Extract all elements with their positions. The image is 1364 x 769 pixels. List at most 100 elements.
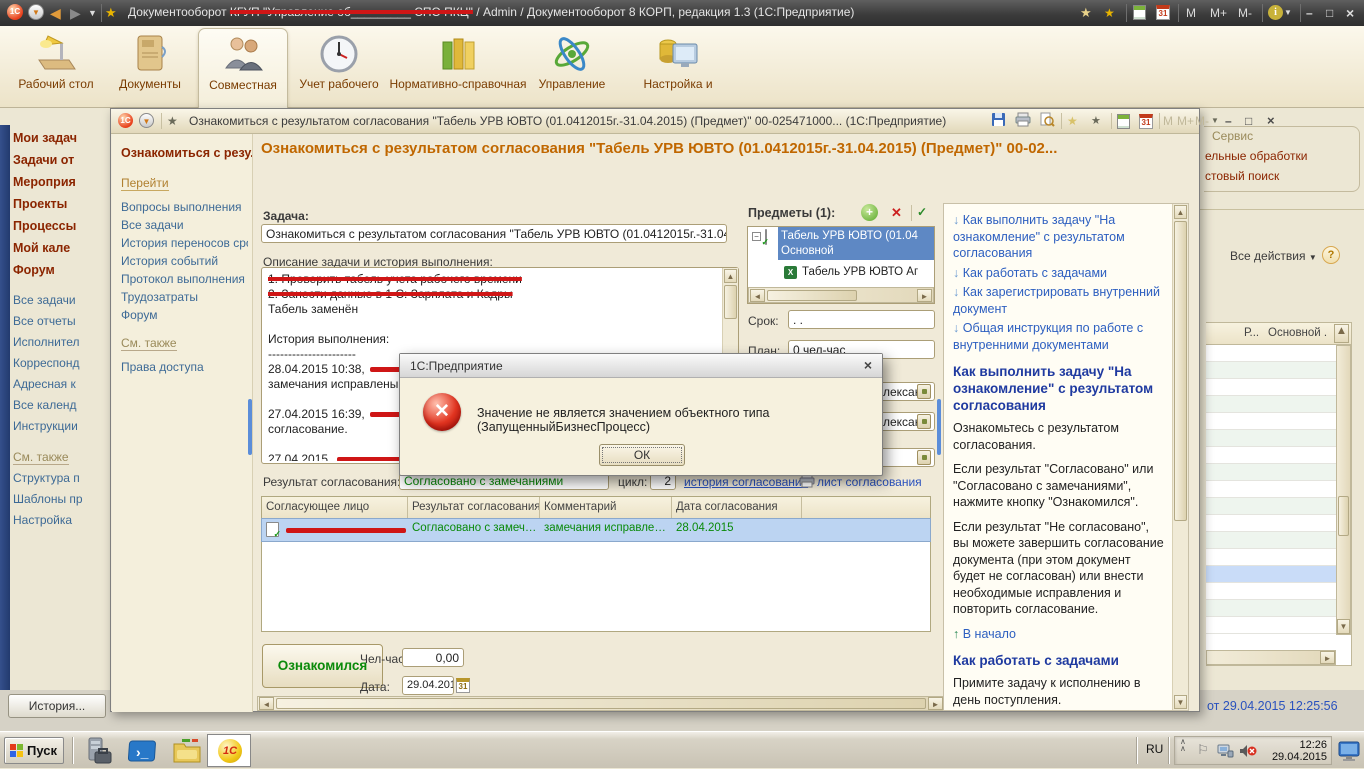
scroll-right-button[interactable]: ► bbox=[928, 697, 943, 710]
picker-button[interactable] bbox=[917, 450, 931, 465]
window-restore-button[interactable]: □ bbox=[1326, 3, 1333, 23]
sidebar-item-process-templates[interactable]: Шаблоны пр bbox=[13, 492, 110, 513]
service-item-fulltext-search[interactable]: стовый поиск bbox=[1205, 169, 1361, 183]
sidebar-item-all-reports[interactable]: Все отчеты bbox=[13, 314, 110, 335]
column-header-main[interactable]: Основной . bbox=[1268, 327, 1327, 339]
table-row[interactable] bbox=[1206, 583, 1351, 600]
print-icon[interactable] bbox=[1015, 112, 1031, 131]
sidebar-item-correspondence[interactable]: Корреспонд bbox=[13, 356, 110, 377]
help-scrollbar[interactable]: ▲ ▼ bbox=[1172, 204, 1188, 710]
date-field[interactable]: 29.04.2015 bbox=[402, 676, 454, 695]
scroll-right-button[interactable]: ► bbox=[1320, 651, 1335, 664]
sidebar-item-instructions[interactable]: Инструкции bbox=[13, 419, 110, 440]
scrollbar-thumb[interactable] bbox=[724, 285, 737, 319]
table-row[interactable] bbox=[1206, 566, 1351, 583]
nav-forward-button[interactable]: ▶ bbox=[70, 3, 81, 23]
add-favorite-icon[interactable]: ★ bbox=[1080, 3, 1092, 23]
nav-link-execution-questions[interactable]: Вопросы выполнения bbox=[121, 200, 248, 218]
nav-link-labor-costs[interactable]: Трудозатраты bbox=[121, 290, 248, 308]
approval-history-link[interactable]: история согласования bbox=[684, 475, 808, 489]
memory-m-button[interactable]: M bbox=[1186, 3, 1196, 23]
calendar-icon[interactable]: 31 bbox=[1156, 5, 1170, 20]
show-desktop-button[interactable] bbox=[1338, 739, 1360, 763]
tree-expander-icon[interactable]: − bbox=[752, 232, 761, 241]
section-desktop[interactable]: Рабочий стол bbox=[12, 28, 100, 108]
sidebar-item-processes[interactable]: Процессы bbox=[13, 219, 110, 241]
table-row[interactable] bbox=[1206, 481, 1351, 498]
background-table[interactable]: Р... Основной . ▲ ▼ ► bbox=[1206, 322, 1352, 666]
help-splitter-handle[interactable] bbox=[937, 399, 941, 455]
subjects-tree[interactable]: − Табель УРВ ЮВТО (01.04 Основной X Табе… bbox=[747, 226, 935, 304]
tray-volume-muted-icon[interactable] bbox=[1239, 743, 1257, 762]
table-row[interactable] bbox=[1206, 362, 1351, 379]
calendar-icon[interactable]: 31 bbox=[1139, 114, 1153, 129]
info-caret[interactable]: ▼ bbox=[1284, 3, 1292, 23]
section-management[interactable]: Управление bbox=[532, 28, 612, 108]
nav-link-forum[interactable]: Форум bbox=[121, 308, 248, 326]
window-close-button[interactable]: × bbox=[1346, 3, 1354, 23]
tray-network-icon[interactable] bbox=[1217, 743, 1234, 762]
sidebar-item-org-structure[interactable]: Структура п bbox=[13, 471, 110, 492]
sidebar-item-events[interactable]: Мероприя bbox=[13, 175, 110, 197]
form-horizontal-scrollbar[interactable]: ◄ ► bbox=[257, 696, 945, 711]
info-icon[interactable]: i bbox=[1268, 5, 1283, 20]
sidebar-item-setup[interactable]: Настройка bbox=[13, 513, 110, 534]
subject-item-selected[interactable]: Табель УРВ ЮВТО (01.04 Основной bbox=[778, 227, 934, 260]
scrollbar-thumb[interactable] bbox=[1338, 496, 1349, 536]
scrollbar-thumb[interactable] bbox=[276, 698, 926, 709]
dialog-close-icon[interactable]: × bbox=[864, 357, 872, 373]
nav-link-event-history[interactable]: История событий bbox=[121, 254, 248, 272]
column-header-approver[interactable]: Согласующее лицо bbox=[262, 497, 408, 519]
task-input[interactable]: Ознакомиться с результатом согласования … bbox=[261, 224, 727, 243]
favorites-list-icon[interactable]: ★ bbox=[1091, 112, 1101, 131]
print-preview-icon[interactable] bbox=[1039, 112, 1055, 131]
task-minimize-button[interactable]: – bbox=[1225, 112, 1232, 131]
column-header-result[interactable]: Результат согласования bbox=[408, 497, 540, 519]
taskbar-item-1c-active[interactable]: 1С bbox=[207, 734, 251, 767]
table-row[interactable] bbox=[1206, 396, 1351, 413]
approval-sheet-link[interactable]: лист согласования bbox=[817, 475, 945, 489]
column-header-comment[interactable]: Комментарий bbox=[540, 497, 672, 519]
calculator-icon[interactable] bbox=[1117, 114, 1130, 129]
add-favorite-icon[interactable]: ★ bbox=[1067, 112, 1078, 131]
scroll-up-button[interactable]: ▲ bbox=[1174, 205, 1187, 219]
sidebar-item-forum[interactable]: Форум bbox=[13, 263, 110, 285]
table-row[interactable] bbox=[1206, 498, 1351, 515]
start-button[interactable]: Пуск bbox=[4, 737, 64, 764]
favorites-list-icon[interactable]: ★ bbox=[1104, 3, 1115, 23]
ok-button[interactable]: ОК bbox=[599, 444, 685, 466]
table-row[interactable] bbox=[1206, 345, 1351, 362]
section-timekeeping[interactable]: Учет рабочего bbox=[292, 28, 386, 108]
taskbar-item-powershell[interactable]: ›_ bbox=[128, 736, 158, 766]
table-row[interactable] bbox=[1206, 532, 1351, 549]
table-row[interactable] bbox=[1206, 600, 1351, 617]
scroll-right-button[interactable]: ► bbox=[917, 289, 932, 302]
table-row[interactable] bbox=[1206, 413, 1351, 430]
table-row[interactable] bbox=[1206, 515, 1351, 532]
sidebar-item-tasks-from[interactable]: Задачи от bbox=[13, 153, 110, 175]
nav-link-access-rights[interactable]: Права доступа bbox=[121, 360, 248, 378]
scroll-down-button[interactable]: ▼ bbox=[1174, 695, 1187, 709]
nav-link-all-tasks[interactable]: Все задачи bbox=[121, 218, 248, 236]
tray-flag-icon[interactable]: ⚐ bbox=[1197, 742, 1209, 758]
help-link-register-document[interactable]: ↓ Как зарегистрировать внутренний докуме… bbox=[953, 284, 1165, 317]
tray-expand-icon[interactable]: ∧∧ bbox=[1180, 738, 1186, 752]
date-picker-icon[interactable]: 31 bbox=[456, 678, 470, 693]
deadline-field[interactable]: . . bbox=[788, 310, 935, 329]
person-picker-button[interactable] bbox=[917, 414, 931, 429]
scroll-left-button[interactable]: ◄ bbox=[750, 289, 765, 302]
column-header-r[interactable]: Р... bbox=[1244, 327, 1259, 339]
table-row[interactable] bbox=[1206, 549, 1351, 566]
help-question-button[interactable]: ? bbox=[1322, 246, 1340, 264]
section-collaboration[interactable]: Совместная bbox=[198, 28, 288, 108]
task-close-button[interactable]: × bbox=[1267, 112, 1275, 131]
vertical-scrollbar[interactable]: ▼ bbox=[1336, 345, 1351, 635]
person-picker-button[interactable] bbox=[917, 384, 931, 399]
task-maximize-button[interactable]: □ bbox=[1245, 112, 1252, 131]
window-menu-button[interactable]: ▼ bbox=[139, 113, 154, 128]
add-subject-icon[interactable]: + bbox=[861, 204, 878, 221]
help-link-to-top[interactable]: ↑ В начало bbox=[953, 626, 1165, 643]
language-indicator[interactable]: RU bbox=[1146, 742, 1163, 756]
save-icon[interactable] bbox=[991, 112, 1006, 131]
memory-mplus-button[interactable]: M+ bbox=[1210, 3, 1227, 23]
